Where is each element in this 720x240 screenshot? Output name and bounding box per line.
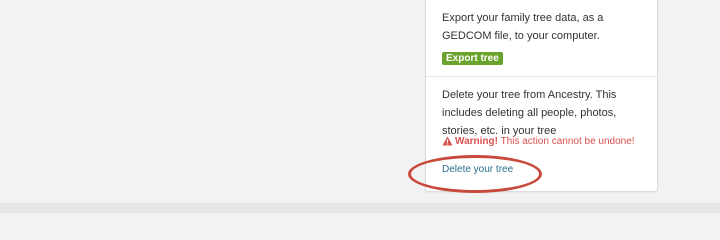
warning-label: Warning! [455,136,498,147]
delete-warning: Warning! This action cannot be undone! [442,135,635,151]
delete-tree-link[interactable]: Delete your tree [442,163,513,177]
delete-tree-section: Delete your tree from Ancestry. This inc… [426,77,657,193]
tree-settings-card: Export your family tree data, as a GEDCO… [425,0,658,192]
export-tree-button[interactable]: Export tree [442,52,503,65]
delete-description: Delete your tree from Ancestry. This inc… [442,89,617,137]
warning-triangle-icon [442,136,453,151]
export-description: Export your family tree data, as a GEDCO… [442,12,604,42]
page-bottom-strip [0,203,720,213]
warning-text: This action cannot be undone! [497,136,635,147]
export-tree-section: Export your family tree data, as a GEDCO… [426,0,657,77]
